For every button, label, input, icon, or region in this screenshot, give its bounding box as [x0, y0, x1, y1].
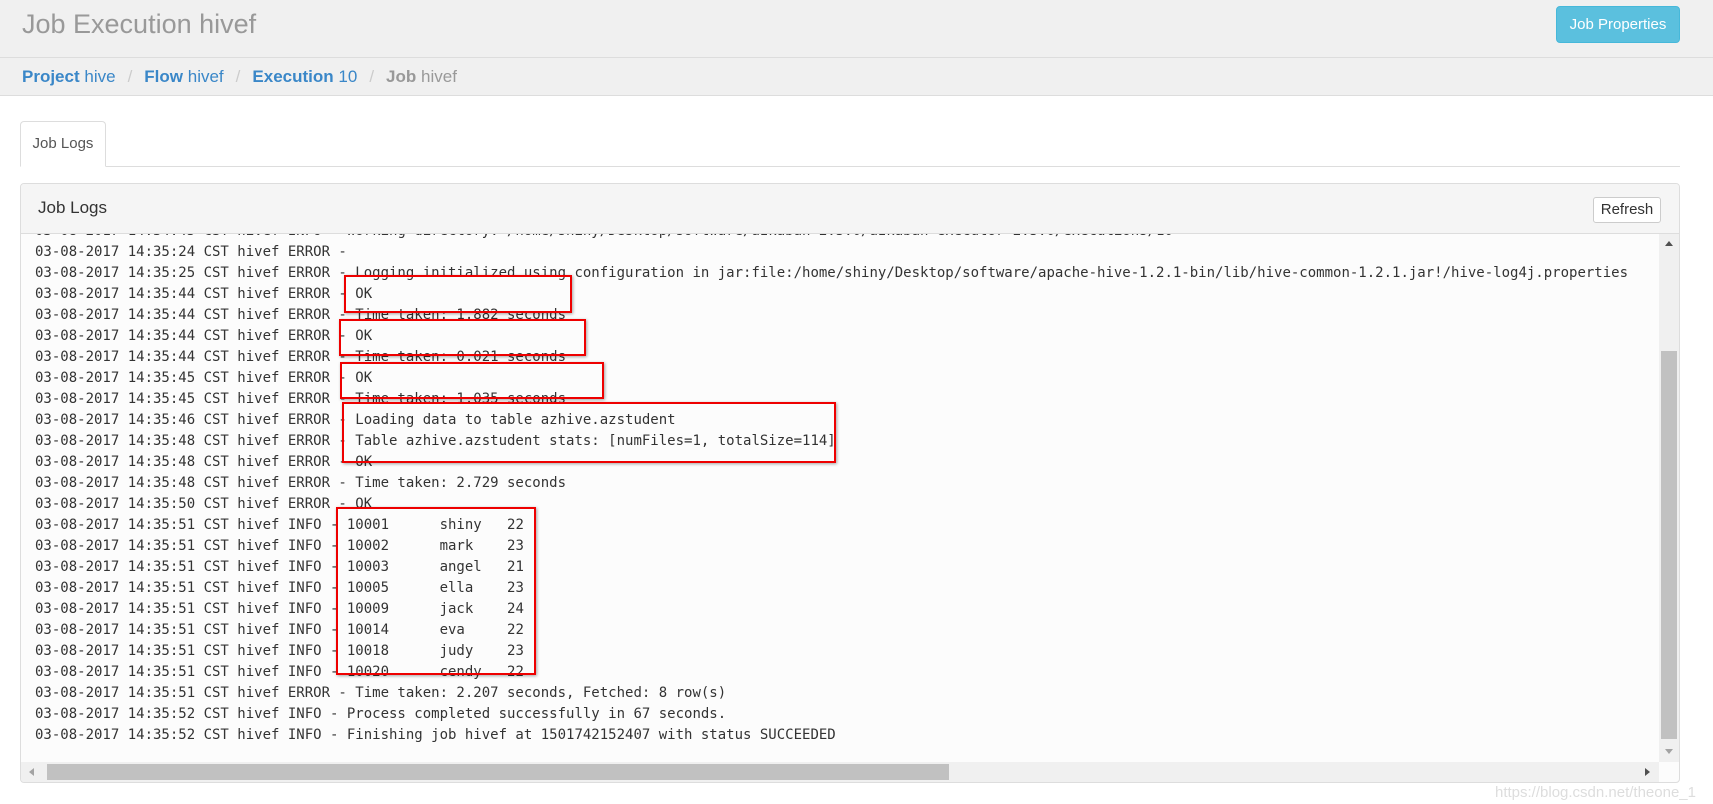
breadcrumb-value: hivef: [421, 67, 457, 86]
log-line: 03-08-2017 14:35:51 CST hivef INFO - 100…: [35, 601, 524, 617]
breadcrumb: Project hive / Flow hivef / Execution 10 / Job…: [0, 57, 1713, 96]
breadcrumb-value: hive: [84, 67, 116, 86]
panel-title: Job Logs: [38, 198, 107, 217]
log-line: 03-08-2017 14:35:51 CST hivef INFO - 100…: [35, 517, 524, 533]
breadcrumb-label: Flow: [144, 67, 184, 86]
log-line: 03-08-2017 14:35:44 CST hivef ERROR - Ti…: [35, 307, 567, 323]
log-line: 03-08-2017 14:35:51 CST hivef INFO - 100…: [35, 622, 524, 638]
log-line: 03-08-2017 14:35:51 CST hivef INFO - 100…: [35, 643, 524, 659]
log-line: 03-08-2017 14:35:51 CST hivef INFO - 100…: [35, 580, 524, 596]
horizontal-scroll-thumb[interactable]: [47, 764, 949, 780]
log-line: 03-08-2017 14:35:52 CST hivef INFO - Fin…: [35, 727, 836, 743]
breadcrumb-separator: /: [127, 67, 133, 86]
log-lines: 03-08-2017 14:34:45 CST hivef INFO - Wor…: [35, 234, 1628, 746]
scroll-down-icon[interactable]: [1665, 749, 1673, 754]
job-logs-panel: Job Logs Refresh 03-08-2017 14:34:45 CST…: [20, 183, 1680, 783]
scroll-left-icon[interactable]: [29, 768, 34, 776]
log-line: 03-08-2017 14:35:45 CST hivef ERROR - OK: [35, 370, 373, 386]
highlight-box: [342, 402, 836, 463]
breadcrumb-separator: /: [369, 67, 375, 86]
log-line: 03-08-2017 14:35:44 CST hivef ERROR - OK: [35, 328, 373, 344]
breadcrumb-label: Project: [22, 67, 80, 86]
log-line: 03-08-2017 14:35:48 CST hivef ERROR - Ti…: [35, 475, 567, 491]
log-line: 03-08-2017 14:35:51 CST hivef ERROR - Ti…: [35, 685, 727, 701]
panel-header: Job Logs Refresh: [21, 184, 1679, 234]
page-header: Job Execution hivef Job Properties: [0, 0, 1713, 57]
highlight-box: [336, 507, 536, 675]
log-line: 03-08-2017 14:35:44 CST hivef ERROR - Ti…: [35, 349, 567, 365]
breadcrumb-flow[interactable]: Flow hivef: [144, 67, 223, 86]
log-line: 03-08-2017 14:35:51 CST hivef INFO - 100…: [35, 538, 524, 554]
page-title: Job Execution hivef: [22, 9, 257, 39]
log-line: 03-08-2017 14:35:44 CST hivef ERROR - OK: [35, 286, 373, 302]
highlight-box: [340, 362, 604, 399]
breadcrumb-separator: /: [235, 67, 241, 86]
breadcrumb-value: hivef: [187, 67, 224, 86]
highlight-box: [339, 319, 586, 356]
scroll-right-icon[interactable]: [1645, 768, 1650, 776]
log-line: 03-08-2017 14:35:51 CST hivef INFO - 100…: [35, 664, 524, 680]
log-line: 03-08-2017 14:35:52 CST hivef INFO - Pro…: [35, 706, 727, 722]
breadcrumb-label: Job: [386, 67, 417, 86]
horizontal-scrollbar[interactable]: [21, 762, 1659, 782]
breadcrumb-execution[interactable]: Execution 10: [252, 67, 357, 86]
breadcrumb-job: Job hivef: [386, 67, 457, 86]
job-properties-button[interactable]: Job Properties: [1556, 6, 1680, 43]
log-viewer[interactable]: 03-08-2017 14:34:45 CST hivef INFO - Wor…: [21, 234, 1659, 762]
tab-divider: [20, 166, 1680, 167]
breadcrumb-project[interactable]: Project hive: [22, 67, 116, 86]
log-line: 03-08-2017 14:35:25 CST hivef ERROR - Lo…: [35, 265, 1629, 281]
log-line: 03-08-2017 14:35:51 CST hivef INFO - 100…: [35, 559, 524, 575]
breadcrumb-value: 10: [338, 67, 358, 86]
log-line: 03-08-2017 14:35:50 CST hivef ERROR - OK: [35, 496, 373, 512]
highlight-box: [344, 275, 572, 313]
tab-job-logs[interactable]: Job Logs: [20, 121, 106, 167]
log-line: 03-08-2017 14:35:24 CST hivef ERROR -: [35, 244, 356, 260]
breadcrumb-label: Execution: [252, 67, 334, 86]
refresh-button[interactable]: Refresh: [1593, 197, 1661, 223]
watermark: https://blog.csdn.net/theone_1: [1495, 784, 1696, 801]
vertical-scrollbar[interactable]: [1659, 234, 1679, 762]
log-line: 03-08-2017 14:34:45 CST hivef INFO - Wor…: [35, 234, 1628, 242]
scroll-up-icon[interactable]: [1665, 241, 1673, 246]
vertical-scroll-thumb[interactable]: [1661, 351, 1677, 739]
